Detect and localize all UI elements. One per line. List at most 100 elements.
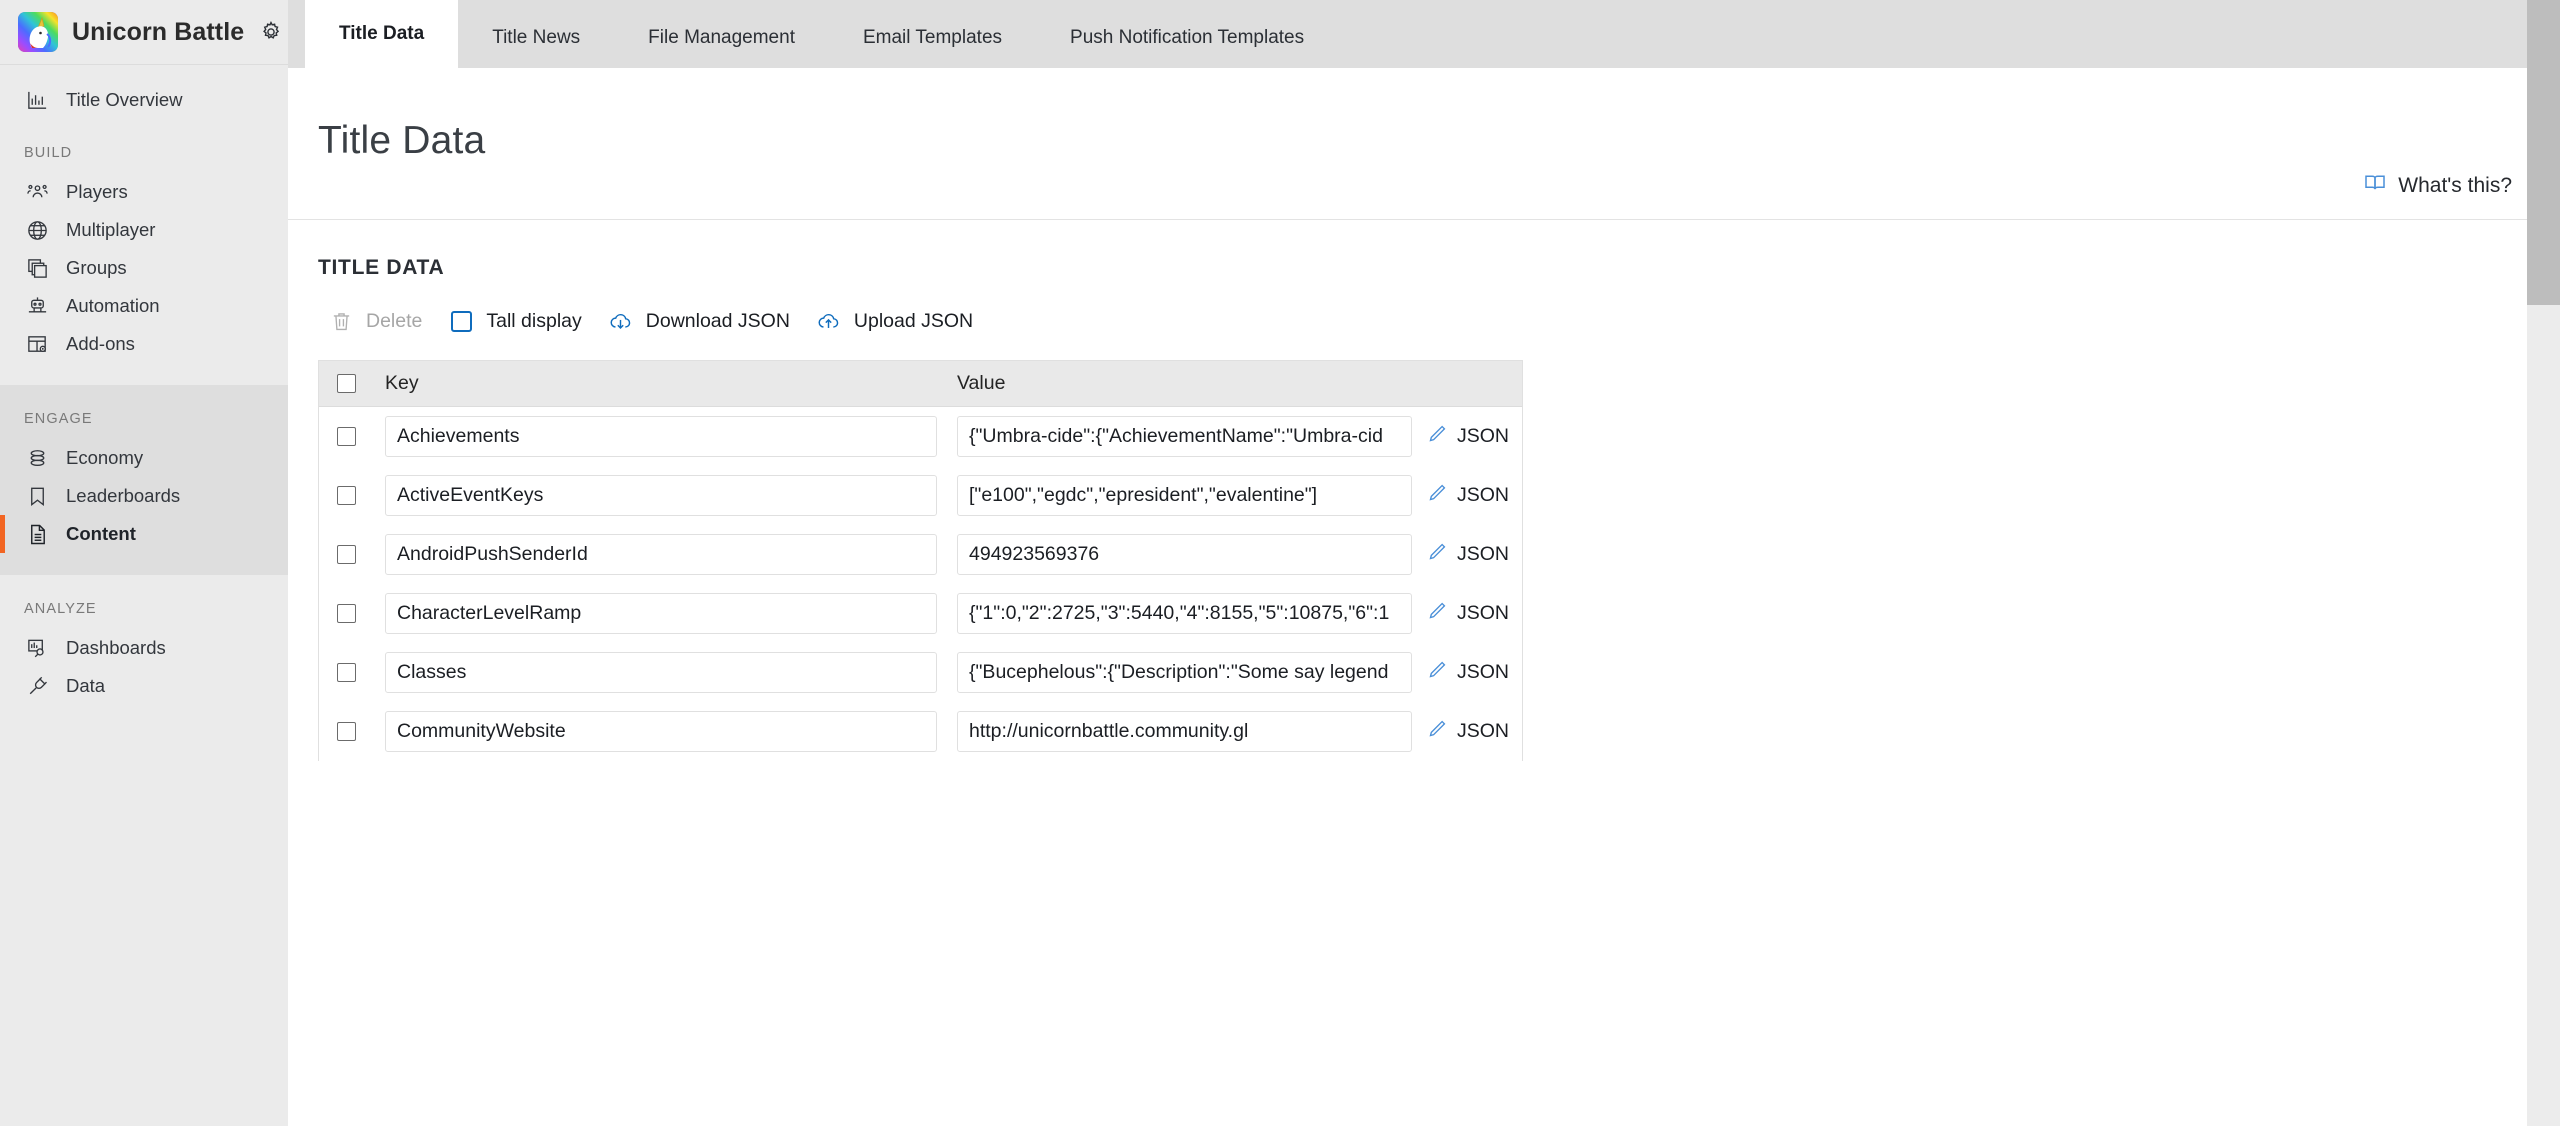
column-header-value: Value (957, 372, 1006, 395)
value-cell: {"1":0,"2":2725,"3":5440,"4":8155,"5":10… (957, 593, 1522, 635)
brand-title: Unicorn Battle (72, 17, 245, 46)
sidebar-item-economy[interactable]: Economy (0, 439, 288, 477)
upload-json-label: Upload JSON (853, 309, 974, 332)
select-all-checkbox[interactable] (337, 374, 356, 394)
app-root: Unicorn Battle Title Overview BUILD Play… (0, 0, 2560, 1126)
pencil-icon (1426, 718, 1448, 745)
edit-json-link[interactable]: JSON (1426, 423, 1509, 450)
key-input[interactable]: Classes (385, 652, 937, 694)
tab-email-templates[interactable]: Email Templates (829, 8, 1036, 68)
table-row: AndroidPushSenderId 494923569376 JSON (319, 525, 1522, 585)
table-row: Classes {"Bucephelous":{"Description":"S… (319, 643, 1522, 703)
people-icon (24, 179, 50, 205)
sidebar-item-data[interactable]: Data (0, 667, 288, 705)
edit-json-link[interactable]: JSON (1426, 718, 1509, 745)
whats-this-label: What's this? (2398, 173, 2512, 197)
row-checkbox[interactable] (337, 604, 356, 624)
row-checkbox[interactable] (337, 545, 356, 565)
value-input[interactable]: {"Bucephelous":{"Description":"Some say … (957, 652, 1412, 694)
value-input[interactable]: ["e100","egdc","epresident","evalentine"… (957, 475, 1412, 517)
download-json-button[interactable]: Download JSON (598, 302, 806, 340)
title-data-table: Key Value Achievements {"Umbra-cide":{"A… (318, 360, 1523, 762)
row-select-cell (337, 722, 385, 742)
value-cell: 494923569376 JSON (957, 534, 1522, 576)
brand-header: Unicorn Battle (0, 0, 288, 65)
edit-json-link[interactable]: JSON (1426, 482, 1509, 509)
scrollbar-thumb[interactable] (2527, 0, 2560, 305)
tall-display-toggle[interactable]: Tall display (438, 302, 597, 340)
value-cell: ["e100","egdc","epresident","evalentine"… (957, 475, 1522, 517)
key-input[interactable]: CharacterLevelRamp (385, 593, 937, 635)
trash-icon (328, 308, 354, 334)
key-input[interactable]: AndroidPushSenderId (385, 534, 937, 576)
value-input[interactable]: {"1":0,"2":2725,"3":5440,"4":8155,"5":10… (957, 593, 1412, 635)
row-checkbox[interactable] (337, 722, 356, 742)
sidebar-section-engage: ENGAGE Economy Leaderboards Content (0, 385, 288, 575)
value-input[interactable]: {"Umbra-cide":{"AchievementName":"Umbra-… (957, 416, 1412, 458)
sidebar-section-label: ANALYZE (24, 601, 97, 617)
sidebar-item-multiplayer[interactable]: Multiplayer (0, 211, 288, 249)
sidebar-item-dashboards[interactable]: Dashboards (0, 629, 288, 667)
edit-json-link[interactable]: JSON (1426, 659, 1509, 686)
value-cell: {"Umbra-cide":{"AchievementName":"Umbra-… (957, 416, 1522, 458)
edit-json-label: JSON (1457, 484, 1510, 507)
main-content: Title Data Title News File Management Em… (288, 0, 2560, 1126)
table-toolbar: Delete Tall display Download JSON Upload… (318, 302, 2527, 340)
row-checkbox[interactable] (337, 427, 356, 447)
table-row: CommunityWebsite http://unicornbattle.co… (319, 702, 1522, 762)
sidebar-section-build: BUILD Players Multiplayer Groups Automat… (0, 119, 288, 385)
sidebar-item-players[interactable]: Players (0, 173, 288, 211)
sidebar-item-label: Dashboards (66, 637, 166, 658)
delete-label: Delete (366, 309, 423, 332)
sidebar-item-label: Automation (66, 295, 160, 316)
vertical-scrollbar[interactable] (2527, 0, 2560, 1126)
gear-icon[interactable] (258, 19, 284, 45)
robot-icon (24, 293, 50, 319)
page-title: Title Data (318, 119, 486, 163)
edit-json-label: JSON (1457, 661, 1510, 684)
upload-json-button[interactable]: Upload JSON (806, 302, 989, 340)
document-icon (24, 521, 50, 547)
tab-title-news[interactable]: Title News (458, 8, 614, 68)
edit-json-link[interactable]: JSON (1426, 541, 1509, 568)
pencil-icon (1426, 600, 1448, 627)
plug-icon (24, 673, 50, 699)
sidebar-item-automation[interactable]: Automation (0, 287, 288, 325)
delete-button[interactable]: Delete (318, 302, 438, 340)
value-input[interactable]: http://unicornbattle.community.gl (957, 711, 1412, 753)
table-gear-icon (24, 331, 50, 357)
edit-json-link[interactable]: JSON (1426, 600, 1509, 627)
row-select-cell (337, 604, 385, 624)
row-checkbox[interactable] (337, 663, 356, 683)
tab-file-management[interactable]: File Management (614, 8, 829, 68)
key-input[interactable]: ActiveEventKeys (385, 475, 937, 517)
sidebar-item-content[interactable]: Content (0, 515, 288, 553)
sidebar-item-label: Add-ons (66, 333, 135, 354)
tab-push-notification-templates[interactable]: Push Notification Templates (1036, 8, 1338, 68)
sidebar-item-groups[interactable]: Groups (0, 249, 288, 287)
value-cell: {"Bucephelous":{"Description":"Some say … (957, 652, 1522, 694)
sidebar-item-label: Economy (66, 447, 144, 468)
pencil-icon (1426, 482, 1448, 509)
content-body: TITLE DATA Delete Tall display Download … (288, 220, 2560, 1126)
book-icon (2363, 171, 2387, 200)
coins-stack-icon (24, 445, 50, 471)
key-input[interactable]: CommunityWebsite (385, 711, 937, 753)
pencil-icon (1426, 659, 1448, 686)
key-input[interactable]: Achievements (385, 416, 937, 458)
key-cell: AndroidPushSenderId (385, 534, 957, 576)
value-input[interactable]: 494923569376 (957, 534, 1412, 576)
sidebar-item-title-overview[interactable]: Title Overview (0, 81, 288, 119)
pencil-icon (1426, 541, 1448, 568)
sidebar-item-leaderboards[interactable]: Leaderboards (0, 477, 288, 515)
edit-json-label: JSON (1457, 720, 1510, 743)
row-checkbox[interactable] (337, 486, 356, 506)
cloud-download-icon (608, 308, 634, 334)
sidebar: Unicorn Battle Title Overview BUILD Play… (0, 0, 288, 1126)
sidebar-item-add-ons[interactable]: Add-ons (0, 325, 288, 363)
row-select-cell (337, 545, 385, 565)
table-header-row: Key Value (319, 361, 1522, 408)
tab-title-data[interactable]: Title Data (305, 0, 459, 68)
value-cell: http://unicornbattle.community.gl JSON (957, 711, 1522, 753)
whats-this-link[interactable]: What's this? (2363, 171, 2512, 200)
